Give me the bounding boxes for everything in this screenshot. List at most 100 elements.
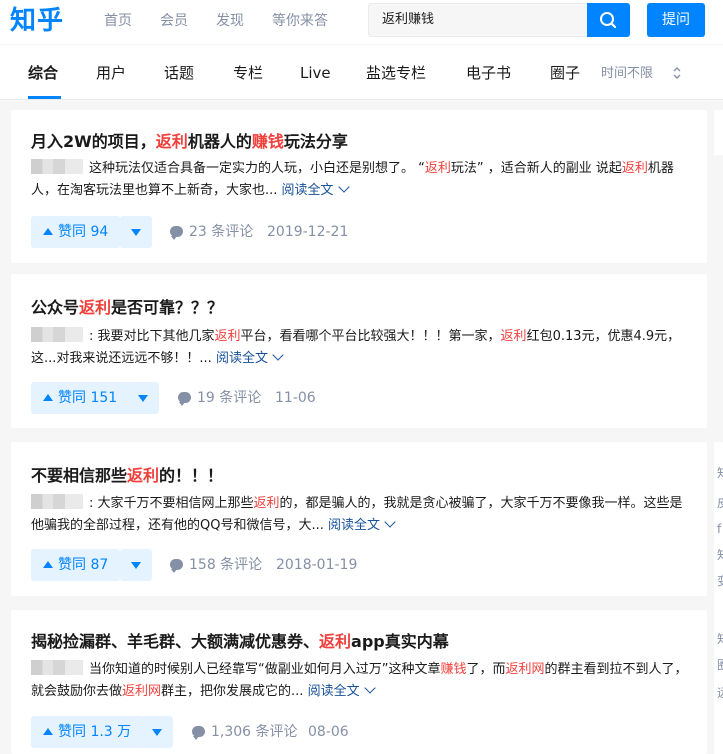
tab-all[interactable]: 综合 xyxy=(28,64,58,82)
post-date: 2018-01-19 xyxy=(276,557,358,573)
sidebar-text-fragment: 远 xyxy=(717,686,723,700)
excerpt-highlight: 返利 xyxy=(214,329,241,344)
excerpt-highlight: 返利 xyxy=(424,161,451,176)
tab-topics[interactable]: 话题 xyxy=(164,64,194,82)
search-result-card: 月入2W的项目，返利机器人的赚钱玩法分享 这种玩法仅适合具备一定实力的人玩，小白… xyxy=(11,110,707,263)
result-excerpt[interactable]: 这种玩法仅适合具备一定实力的人玩，小白还是别想了。 “返利玩法” ，适合新人的副… xyxy=(31,158,693,202)
comment-bubble-icon xyxy=(170,559,183,573)
vote-count: 赞同 151 xyxy=(58,390,118,406)
excerpt-text: 玩法” ，适合新人的副业 说起 xyxy=(450,161,622,176)
read-more-label: 阅读全文 xyxy=(215,351,268,366)
author-avatar-blurred xyxy=(31,159,83,174)
excerpt-text: 了，而 xyxy=(466,662,506,677)
excerpt-text: : 我要对比下其他几家 xyxy=(89,329,215,344)
upvote-button[interactable]: 赞同 94 xyxy=(31,216,121,248)
title-highlight: 赚钱 xyxy=(251,132,284,151)
author-avatar-blurred xyxy=(31,494,83,509)
upvote-button[interactable]: 赞同 1.3 万 xyxy=(31,716,144,748)
sidebar-text-fragment: f xyxy=(717,522,722,536)
comments-button[interactable]: 23 条评论 xyxy=(170,216,253,248)
excerpt-highlight: 返利 xyxy=(253,496,280,511)
nav-membership[interactable]: 会员 xyxy=(160,12,188,30)
title-text: 月入2W的项目， xyxy=(31,132,156,151)
tab-ebooks[interactable]: 电子书 xyxy=(466,64,511,82)
downvote-button[interactable] xyxy=(120,549,152,581)
vote-count: 赞同 1.3 万 xyxy=(58,724,132,740)
excerpt-highlight: 返利网 xyxy=(505,662,545,677)
downvote-button[interactable] xyxy=(120,216,152,248)
result-excerpt[interactable]: : 我要对比下其他几家返利平台，看看哪个平台比较强大！！！第一家，返利红包0.1… xyxy=(31,326,693,370)
result-title[interactable]: 不要相信那些返利的！！！ xyxy=(31,466,223,486)
triangle-up-icon xyxy=(43,228,53,235)
sidebar-text-fragment: 知 xyxy=(717,632,723,646)
upvote-button[interactable]: 赞同 87 xyxy=(31,549,121,581)
tab-salt-columns[interactable]: 盐选专栏 xyxy=(366,64,426,82)
time-filter-select[interactable]: 时间不限 xyxy=(601,66,653,82)
top-header: 知乎 首页 会员 发现 等你来答 返利赚钱 提问 xyxy=(0,0,723,44)
comments-button[interactable]: 1,306 条评论 xyxy=(192,716,298,748)
comments-button[interactable]: 19 条评论 xyxy=(178,382,261,414)
result-actions: 赞同 87 158 条评论 2018-01-19 xyxy=(31,549,531,581)
read-more-link[interactable]: 阅读全文 xyxy=(281,181,350,198)
result-actions: 赞同 1.3 万 1,306 条评论 08-06 xyxy=(31,716,531,748)
result-actions: 赞同 94 23 条评论 2019-12-21 xyxy=(31,216,531,248)
result-excerpt[interactable]: : 大家千万不要相信网上那些返利的，都是骗人的，我就是贪心被骗了，大家千万不要像… xyxy=(31,493,693,537)
comment-bubble-icon xyxy=(170,226,183,240)
comment-count: 158 条评论 xyxy=(189,557,263,573)
triangle-down-icon xyxy=(131,562,141,569)
title-text: 公众号 xyxy=(31,298,80,317)
search-query[interactable]: 返利赚钱 xyxy=(382,12,434,28)
read-more-label: 阅读全文 xyxy=(281,183,334,198)
read-more-link[interactable]: 阅读全文 xyxy=(215,349,284,366)
read-more-label: 阅读全文 xyxy=(328,518,381,533)
result-title[interactable]: 揭秘捡漏群、羊毛群、大额满减优惠券、返利app真实内幕 xyxy=(31,632,449,652)
excerpt-highlight: 返利网 xyxy=(122,684,162,699)
sidebar-card-edge xyxy=(714,110,723,155)
zhihu-logo[interactable]: 知乎 xyxy=(10,4,64,38)
chevron-down-icon xyxy=(337,181,350,193)
ask-question-button[interactable]: 提问 xyxy=(647,3,705,37)
result-title[interactable]: 月入2W的项目，返利机器人的赚钱玩法分享 xyxy=(31,132,348,152)
nav-discover[interactable]: 发现 xyxy=(216,12,244,30)
tab-circles[interactable]: 圈子 xyxy=(550,64,580,82)
nav-home[interactable]: 首页 xyxy=(104,12,132,30)
tab-live[interactable]: Live xyxy=(300,64,331,82)
downvote-button[interactable] xyxy=(127,382,159,414)
result-actions: 赞同 151 19 条评论 11-06 xyxy=(31,382,531,414)
post-date: 08-06 xyxy=(308,724,349,740)
read-more-link[interactable]: 阅读全文 xyxy=(307,682,376,699)
read-more-link[interactable]: 阅读全文 xyxy=(328,516,396,533)
chevron-down-icon xyxy=(272,349,284,361)
result-title[interactable]: 公众号返利是否可靠？？？ xyxy=(31,298,223,318)
search-result-card: 不要相信那些返利的！！！ : 大家千万不要相信网上那些返利的，都是骗人的，我就是… xyxy=(11,442,707,596)
nav-waiting-answers[interactable]: 等你来答 xyxy=(272,12,328,30)
downvote-button[interactable] xyxy=(141,716,173,748)
sidebar-text-fragment: 知 xyxy=(717,466,723,480)
read-more-label: 阅读全文 xyxy=(307,684,360,699)
upvote-button[interactable]: 赞同 151 xyxy=(31,382,130,414)
tab-columns[interactable]: 专栏 xyxy=(233,64,263,82)
excerpt-text: 这种玩法仅适合具备一定实力的人玩，小白还是别想了。 “ xyxy=(89,161,425,176)
updown-chevron-icon[interactable] xyxy=(671,64,683,82)
chevron-down-icon xyxy=(384,516,396,528)
vote-count: 赞同 87 xyxy=(58,557,109,573)
title-text: 的！！！ xyxy=(159,466,224,485)
excerpt-text: 平台，看看哪个平台比较强大！！！第一家， xyxy=(240,329,501,344)
title-highlight: 返利 xyxy=(319,632,352,651)
title-text: 不要相信那些 xyxy=(31,466,128,485)
search-icon xyxy=(600,12,617,29)
comments-button[interactable]: 158 条评论 xyxy=(170,549,262,581)
author-avatar-blurred xyxy=(31,327,83,342)
excerpt-text: 当你知道的时候别人已经靠写“做副业如何月入过万”这种文章 xyxy=(89,662,441,677)
vote-count: 赞同 94 xyxy=(58,224,109,240)
excerpt-text: 群主，把你发展成它的... xyxy=(161,684,304,699)
result-excerpt[interactable]: 当你知道的时候别人已经靠写“做副业如何月入过万”这种文章赚钱了，而返利网的群主看… xyxy=(31,659,693,703)
search-type-tabs: 综合 用户 话题 专栏 Live 盐选专栏 电子书 圈子 时间不限 xyxy=(0,45,723,100)
comment-bubble-icon xyxy=(192,726,205,740)
title-highlight: 返利 xyxy=(127,466,160,485)
post-date: 2019-12-21 xyxy=(267,224,349,240)
title-text: 揭秘捡漏群、羊毛群、大额满减优惠券、 xyxy=(31,632,320,651)
triangle-up-icon xyxy=(43,394,53,401)
tab-users[interactable]: 用户 xyxy=(96,64,126,82)
search-button[interactable] xyxy=(587,3,630,37)
